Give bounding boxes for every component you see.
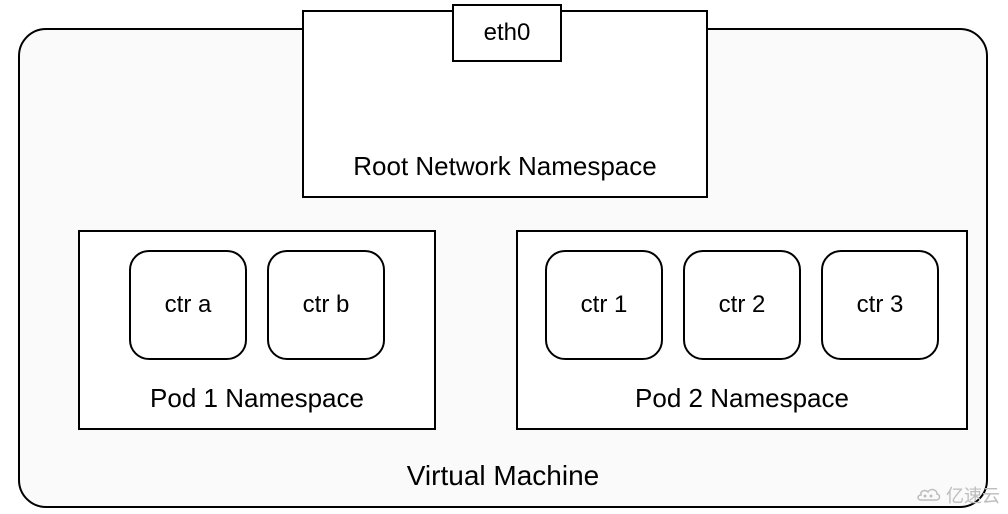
cloud-icon xyxy=(914,486,942,504)
container-box: ctr 1 xyxy=(545,250,663,360)
vm-label: Virtual Machine xyxy=(20,460,986,492)
container-box: ctr 3 xyxy=(821,250,939,360)
root-namespace-box: eth0 Root Network Namespace xyxy=(302,10,708,198)
container-box: ctr b xyxy=(267,250,385,360)
pod2-container-row: ctr 1 ctr 2 ctr 3 xyxy=(518,250,966,360)
watermark-text: 亿速云 xyxy=(946,482,1000,508)
pod2-namespace-box: ctr 1 ctr 2 ctr 3 Pod 2 Namespace xyxy=(516,230,968,430)
pod1-namespace-box: ctr a ctr b Pod 1 Namespace xyxy=(78,230,436,430)
pod2-label: Pod 2 Namespace xyxy=(518,383,966,414)
watermark: 亿速云 xyxy=(914,482,1000,508)
eth0-label: eth0 xyxy=(484,19,531,47)
eth0-interface-box: eth0 xyxy=(452,4,562,62)
pod1-label: Pod 1 Namespace xyxy=(80,383,434,414)
container-label: ctr a xyxy=(165,291,212,319)
container-label: ctr 3 xyxy=(857,291,904,319)
container-box: ctr 2 xyxy=(683,250,801,360)
root-namespace-label: Root Network Namespace xyxy=(304,151,706,182)
container-label: ctr 2 xyxy=(719,291,766,319)
container-label: ctr 1 xyxy=(581,291,628,319)
vm-box: eth0 Root Network Namespace ctr a ctr b … xyxy=(18,28,988,508)
pod1-container-row: ctr a ctr b xyxy=(80,250,434,360)
container-label: ctr b xyxy=(303,291,350,319)
container-box: ctr a xyxy=(129,250,247,360)
